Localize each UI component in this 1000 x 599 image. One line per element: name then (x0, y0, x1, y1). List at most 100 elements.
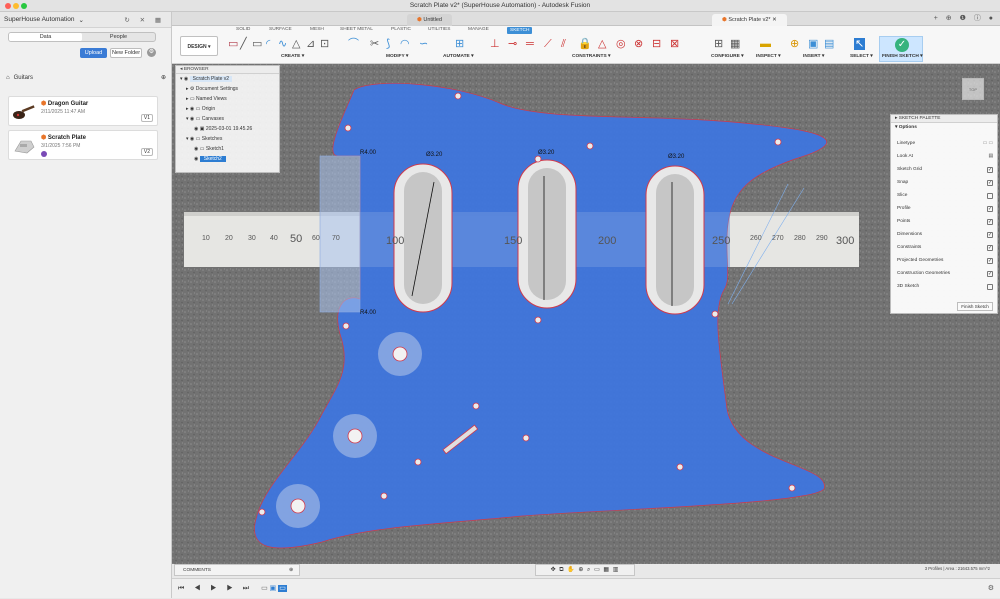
pattern-icon[interactable]: ∽ (419, 38, 428, 50)
checkbox[interactable]: ✓ (987, 206, 993, 212)
close-tab-icon[interactable]: ✕ (772, 17, 777, 23)
option-projected-geometries[interactable]: Projected Geometries ✓ (897, 256, 993, 266)
concentric-constraint-icon[interactable]: ◎ (616, 38, 626, 50)
construction-rectangle[interactable] (319, 155, 361, 313)
minimize-window-button[interactable] (13, 3, 19, 9)
measure-icon[interactable]: ▬ (760, 38, 771, 50)
design-canvas[interactable]: 10 20 30 40 50 60 70 100 150 200 250 260… (172, 64, 1000, 564)
new-folder-button[interactable]: New Folder (110, 48, 142, 58)
comments-panel[interactable]: COMMENTS ⊕ (174, 564, 300, 576)
team-selector[interactable]: SuperHouse Automation ⌄ ↻ ✕ ▦ (0, 12, 171, 28)
browser-item-origin[interactable]: ▸ ◉ ▭ Origin (176, 104, 279, 114)
checkbox[interactable]: ✓ (987, 180, 993, 186)
tab-data[interactable]: Data (9, 33, 82, 41)
tab-manage[interactable]: MANAGE (468, 27, 489, 32)
table-icon[interactable]: ▦ (730, 38, 740, 50)
create-sketch-icon[interactable]: ▭ (228, 38, 238, 50)
browser-item-sketch1[interactable]: ◉ ▭ Sketch1 (176, 144, 279, 154)
fix-constraint-icon[interactable]: ⊥ (490, 38, 500, 50)
browser-item-named-views[interactable]: ▸ ▭ Named Views (176, 94, 279, 104)
group-modify[interactable]: MODIFY ▾ (386, 54, 408, 59)
tab-solid[interactable]: SOLID (236, 27, 250, 32)
add-comment-icon[interactable]: ⊕ (289, 565, 293, 577)
browser-item-sketches[interactable]: ▾ ◉ ▭ Sketches (176, 134, 279, 144)
tangent-constraint-icon[interactable]: △ (598, 38, 606, 50)
insert-image-icon[interactable]: ▣ (808, 38, 818, 50)
option-profile[interactable]: Profile ✓ (897, 204, 993, 214)
group-constraints[interactable]: CONSTRAINTS ▾ (572, 54, 610, 59)
checkbox[interactable] (987, 284, 993, 290)
horizontal-constraint-icon[interactable]: ⊸ (508, 38, 517, 50)
arc-icon[interactable]: ◜ (266, 38, 270, 50)
pickup-slot-bridge[interactable] (645, 165, 705, 315)
option-linetype[interactable]: Linetype ▭ ▭ (897, 139, 993, 149)
canvas-icon[interactable]: ▤ (824, 38, 834, 50)
checkbox[interactable]: ✓ (987, 271, 993, 277)
tab-sketch[interactable]: SKETCH (507, 27, 533, 34)
checkbox[interactable]: ✓ (987, 258, 993, 264)
select-icon[interactable]: ↖ (854, 38, 866, 50)
palette-finish-sketch-button[interactable]: Finish Sketch (957, 302, 993, 311)
checkbox[interactable]: ✓ (987, 245, 993, 251)
tab-untitled[interactable]: ⬢ Untitled (407, 14, 452, 26)
checkbox[interactable]: ✓ (987, 219, 993, 225)
point-icon[interactable]: ⊡ (320, 38, 329, 50)
tab-utilities[interactable]: UTILITIES (428, 27, 450, 32)
breadcrumb[interactable]: ⌂ Guitars ⊕ (6, 74, 166, 82)
option-slice[interactable]: Slice (897, 191, 993, 201)
home-icon[interactable]: ⌂ (6, 75, 10, 81)
option-sketch-grid[interactable]: Sketch Grid ✓ (897, 165, 993, 175)
lock-icon[interactable]: 🔒 (578, 38, 592, 50)
tab-people[interactable]: People (82, 33, 155, 41)
option-3d-sketch[interactable]: 3D Sketch (897, 282, 993, 292)
line-icon[interactable]: ╱ (240, 38, 247, 50)
group-finish-sketch[interactable]: FINISH SKETCH ▾ (882, 54, 923, 59)
offset-icon[interactable]: ⟆ (386, 38, 390, 50)
option-construction-geometries[interactable]: Construction Geometries ✓ (897, 269, 993, 279)
option-look-at[interactable]: Look At ▤ (897, 152, 993, 162)
zoom-window-button[interactable] (21, 3, 27, 9)
sketch-palette-header[interactable]: ▸ SKETCH PALETTE (891, 115, 997, 123)
checkbox[interactable] (987, 193, 993, 199)
browser-root[interactable]: ▾ ◉ Scratch Plate v2 (176, 74, 279, 84)
checkbox[interactable]: ✓ (987, 232, 993, 238)
file-card-scratch-plate[interactable]: ⬢ Scratch Plate 3/1/2025 7:56 PM V2 (8, 130, 158, 160)
configure-icon[interactable]: ⊞ (714, 38, 723, 50)
close-window-button[interactable] (5, 3, 11, 9)
spline-icon[interactable]: ∿ (278, 38, 287, 50)
browser-item-canvas-image[interactable]: ◉ ▣ 2025-03-01 19.45.26 (176, 124, 279, 134)
group-configure[interactable]: CONFIGURE ▾ (711, 54, 744, 59)
tone-knob-hole-1[interactable] (333, 414, 377, 458)
parallel-constraint-icon[interactable]: ═ (526, 38, 534, 50)
midpoint-constraint-icon[interactable]: ⊗ (634, 38, 643, 50)
polygon-icon[interactable]: △ (292, 38, 300, 50)
tab-surface[interactable]: SURFACE (269, 27, 292, 32)
version-badge[interactable]: V1 (140, 114, 153, 122)
data-people-switch[interactable]: Data People (8, 32, 156, 42)
tone-knob-hole-2[interactable] (276, 484, 320, 528)
add-folder-icon[interactable]: ⊕ (161, 74, 166, 81)
workspace-switcher[interactable]: DESIGN ▾ (180, 36, 218, 56)
upload-button[interactable]: Upload (80, 48, 107, 58)
tab-mesh[interactable]: MESH (310, 27, 324, 32)
coincident-constraint-icon[interactable]: ⟋ (544, 38, 552, 50)
timeline-item-canvas[interactable]: ▣ (270, 585, 277, 592)
group-insert[interactable]: INSERT ▾ (803, 54, 824, 59)
timeline-item-sketch1[interactable]: ▭ (261, 585, 268, 592)
symmetry-constraint-icon[interactable]: ⊟ (652, 38, 661, 50)
extend-icon[interactable]: ◠ (400, 38, 410, 50)
panel-toolbar-icons[interactable]: ↻ ✕ ▦ (124, 16, 165, 24)
group-inspect[interactable]: INSPECT ▾ (756, 54, 781, 59)
option-constraints[interactable]: Constraints ✓ (897, 243, 993, 253)
timeline-controls[interactable]: ⏮ ◀ ▶ ▶ ⏭ (178, 585, 253, 592)
group-automate[interactable]: AUTOMATE ▾ (443, 54, 474, 59)
options-section[interactable]: ▾ Options (891, 123, 997, 133)
browser-item-sketch2[interactable]: ◉ Sketch2 (176, 154, 279, 164)
fillet-icon[interactable]: ⌒ (348, 38, 359, 50)
volume-knob-hole[interactable] (378, 332, 422, 376)
browser-header[interactable]: ◂ BROWSER (176, 66, 279, 74)
group-create[interactable]: CREATE ▾ (281, 54, 304, 59)
mirror-icon[interactable]: ⊿ (306, 38, 315, 50)
option-dimensions[interactable]: Dimensions ✓ (897, 230, 993, 240)
collinear-constraint-icon[interactable]: ⫽ (561, 38, 566, 50)
